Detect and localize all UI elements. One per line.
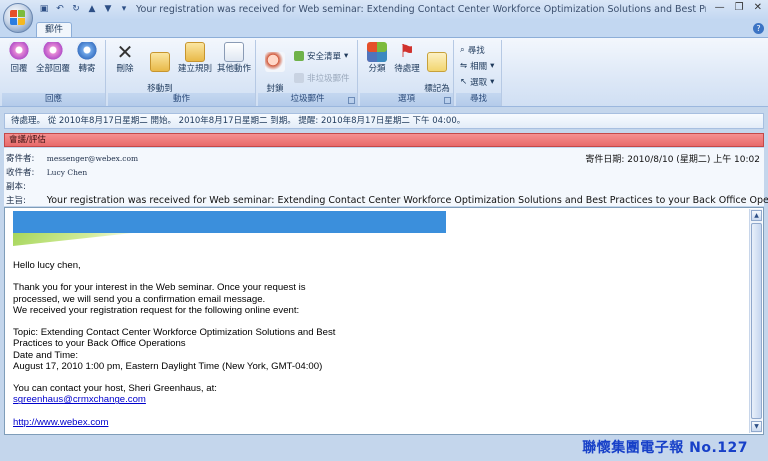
next-item-icon[interactable]: ▼	[102, 3, 114, 15]
folder-move-icon	[150, 52, 170, 72]
newsletter-footer: 聯懷集團電子報 No.127	[582, 440, 748, 456]
window-controls: — ❐ ✕	[715, 2, 762, 13]
ribbon-group-find: ⌕ 尋找 ⇋ 相關 ▾ ↖ 選取 ▾ 尋找	[456, 40, 502, 106]
group-label-options: 選項	[360, 93, 453, 106]
window-title: Your registration was received for Web s…	[136, 4, 706, 15]
close-icon[interactable]: ✕	[754, 2, 762, 13]
safe-list-button[interactable]: 安全清單 ▾	[294, 50, 348, 62]
reply-button[interactable]: 回覆	[2, 42, 36, 74]
block-sender-icon	[265, 52, 285, 72]
ribbon-group-options: 分類 ⚑ 待處理 標記為 未讀取 選項	[360, 40, 454, 106]
mark-unread-icon	[427, 52, 447, 72]
delete-x-icon: ✕	[116, 40, 134, 64]
find-icon: ⌕	[460, 45, 465, 55]
ribbon-tab-row: 郵件 ?	[0, 20, 768, 37]
to-value[interactable]: Lucy Chen	[47, 168, 87, 177]
create-rule-button[interactable]: 建立規則	[178, 42, 212, 74]
reply-icon	[9, 42, 29, 62]
redo-icon[interactable]: ↻	[70, 3, 82, 15]
ribbon-group-junk: 封鎖 寄件者 安全清單▾ 非垃圾郵件 垃圾郵件	[258, 40, 358, 106]
help-icon[interactable]: ?	[753, 23, 764, 34]
ribbon-group-respond: 回覆 全部回覆 轉寄 回應	[2, 40, 106, 106]
quick-access-toolbar: ▣ ↶ ↻ ▲ ▼ ▾	[38, 3, 130, 15]
group-label-find: 尋找	[456, 93, 501, 106]
select-icon: ↖	[460, 77, 468, 87]
cc-row: 副本:	[6, 182, 26, 192]
from-row: 寄件者: messenger@webex.com	[6, 154, 139, 164]
flag-icon: ⚑	[398, 41, 416, 62]
select-button[interactable]: ↖ 選取 ▾	[460, 76, 494, 88]
category-bar: 會議/評估	[4, 133, 764, 147]
other-actions-button[interactable]: 其他動作	[214, 42, 254, 74]
qat-customize-icon[interactable]: ▾	[118, 3, 130, 15]
ribbon-group-actions: ✕ 刪除 移動到 資料夾 建立規則 其他動作 動作	[108, 40, 256, 106]
scroll-up-icon[interactable]: ▲	[751, 210, 762, 221]
event-date: August 17, 2010 1:00 pm, Eastern Dayligh…	[13, 360, 323, 372]
tab-message[interactable]: 郵件	[36, 22, 72, 37]
subject-value: Your registration was received for Web s…	[46, 195, 768, 206]
title-bar: ▣ ↶ ↻ ▲ ▼ ▾ Your registration was receiv…	[0, 0, 768, 20]
forward-icon	[77, 42, 97, 62]
message-text: Hello lucy chen, Thank you for your inte…	[13, 260, 743, 428]
from-value[interactable]: messenger@webex.com	[47, 154, 138, 163]
reply-all-icon	[43, 42, 63, 62]
rule-icon	[185, 42, 205, 62]
save-icon[interactable]: ▣	[38, 3, 50, 15]
sent-date: 寄件日期: 2010/8/10 (星期二) 上午 10:02	[585, 155, 760, 165]
webex-link[interactable]: http://www.webex.com	[13, 417, 108, 428]
minimize-icon[interactable]: —	[715, 2, 725, 13]
group-label-actions: 動作	[108, 93, 255, 106]
find-button[interactable]: ⌕ 尋找	[460, 44, 485, 56]
scroll-down-icon[interactable]: ▼	[751, 421, 762, 432]
topic: Topic: Extending Contact Center Workforc…	[13, 327, 336, 339]
reply-all-button[interactable]: 全部回覆	[36, 42, 70, 74]
group-label-junk: 垃圾郵件	[258, 93, 357, 106]
webex-banner	[13, 211, 446, 233]
office-button[interactable]	[3, 3, 33, 33]
banner-accent	[13, 233, 133, 246]
subject-row: 主旨: Your registration was received for W…	[6, 194, 768, 206]
other-actions-icon	[224, 42, 244, 62]
categorize-icon	[367, 42, 387, 62]
message-header: 寄件者: messenger@webex.com 收件者: Lucy Chen …	[4, 148, 768, 206]
options-dialog-launcher[interactable]	[444, 97, 451, 104]
vertical-scrollbar[interactable]: ▲ ▼	[749, 209, 762, 433]
to-row: 收件者: Lucy Chen	[6, 168, 88, 178]
message-body[interactable]: Hello lucy chen, Thank you for your inte…	[4, 207, 764, 435]
not-junk-button[interactable]: 非垃圾郵件	[294, 72, 350, 84]
related-icon: ⇋	[460, 61, 468, 71]
undo-icon[interactable]: ↶	[54, 3, 66, 15]
office-logo-icon	[10, 10, 26, 26]
safe-list-icon	[294, 51, 304, 61]
greeting: Hello lucy chen,	[13, 260, 81, 271]
not-junk-icon	[294, 73, 304, 83]
scroll-thumb[interactable]	[751, 223, 762, 419]
follow-up-info-bar[interactable]: 待處理。 從 2010年8月17日星期二 開始。 2010年8月17日星期二 到…	[4, 113, 764, 129]
related-button[interactable]: ⇋ 相關 ▾	[460, 60, 494, 72]
junk-dialog-launcher[interactable]	[348, 97, 355, 104]
group-label-respond: 回應	[2, 93, 105, 106]
delete-button[interactable]: ✕ 刪除	[108, 42, 142, 74]
forward-button[interactable]: 轉寄	[70, 42, 104, 74]
ribbon: 回覆 全部回覆 轉寄 回應 ✕ 刪除 移動到 資料夾 建立規則 其他動作 動作	[0, 37, 768, 107]
follow-up-button[interactable]: ⚑ 待處理	[390, 41, 424, 75]
maximize-icon[interactable]: ❐	[735, 2, 744, 13]
categorize-button[interactable]: 分類	[360, 42, 394, 74]
previous-item-icon[interactable]: ▲	[86, 3, 98, 15]
host-email-link[interactable]: sgreenhaus@crmxchange.com	[13, 394, 146, 405]
